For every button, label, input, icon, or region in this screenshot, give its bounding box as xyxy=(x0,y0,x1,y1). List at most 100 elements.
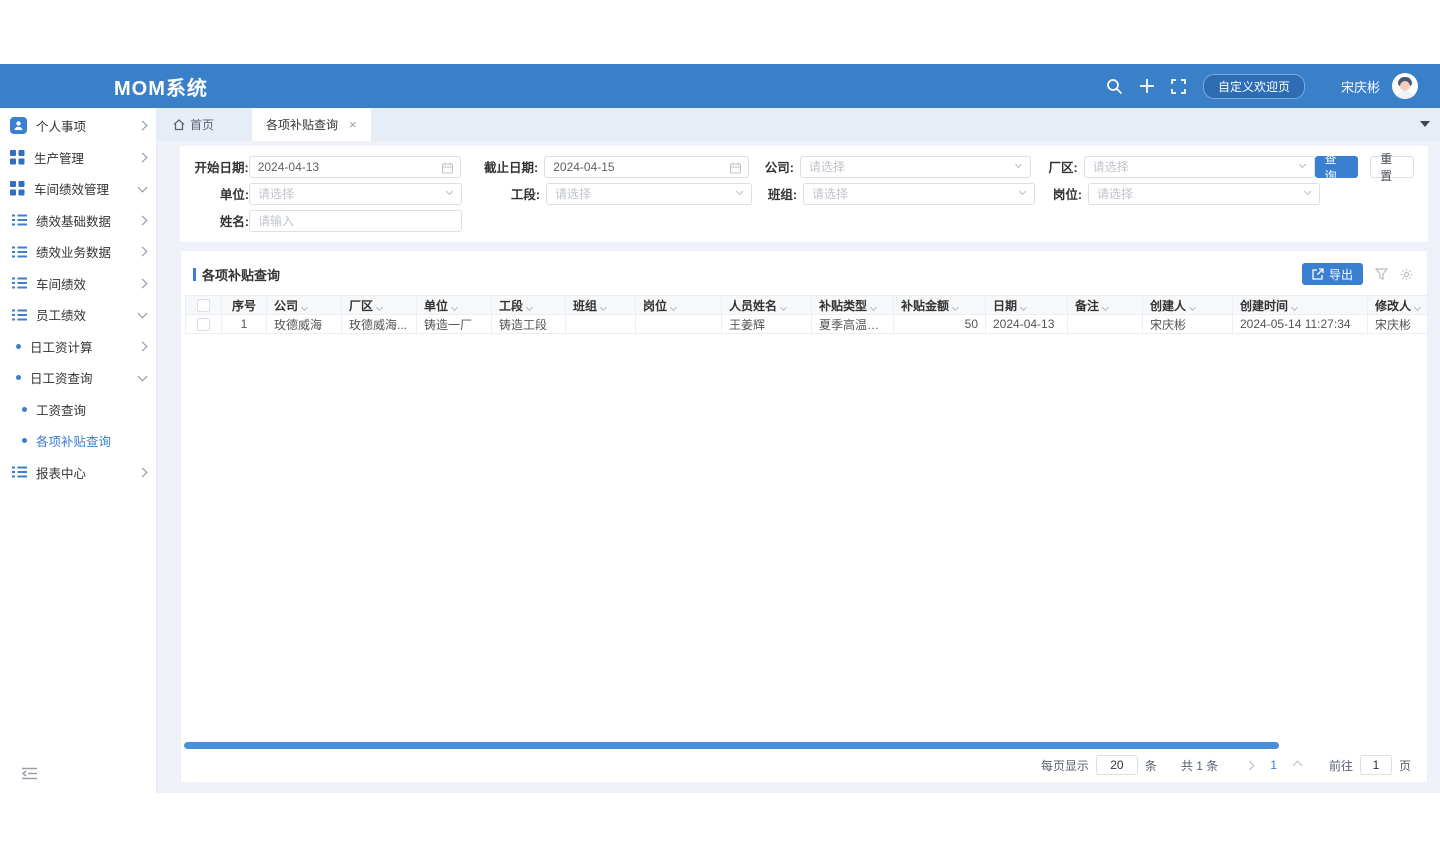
sidebar: 个人事项 生产管理 车间绩效管理 绩效基础数据 绩效业务数据 xyxy=(0,108,157,793)
data-table-wrap: 序号 公司 厂区 单位 工段 班组 岗位 人员姓名 补贴类型 补贴金额 日期 xyxy=(185,295,1428,334)
search-icon[interactable] xyxy=(1105,76,1125,96)
end-date-label: 截止日期: xyxy=(479,157,539,176)
select-all-checkbox[interactable] xyxy=(197,299,210,312)
custom-welcome-button[interactable]: 自定义欢迎页 xyxy=(1203,74,1305,99)
tab-home[interactable]: 首页 xyxy=(157,108,230,141)
col-factory[interactable]: 厂区 xyxy=(342,296,417,315)
list-icon xyxy=(12,214,27,226)
col-post[interactable]: 岗位 xyxy=(636,296,722,315)
unit-select[interactable]: 请选择 xyxy=(249,183,462,205)
col-unit[interactable]: 单位 xyxy=(417,296,492,315)
cell-person-name: 王姜辉 xyxy=(722,315,812,334)
bullet-icon xyxy=(16,375,21,380)
cell-company: 玫德威海 xyxy=(267,315,342,334)
calendar-icon xyxy=(442,162,453,174)
goto-page-input[interactable] xyxy=(1360,755,1392,775)
sidebar-item-performance-business-data[interactable]: 绩效业务数据 xyxy=(0,236,156,268)
end-date-input[interactable] xyxy=(545,157,748,177)
cell-factory: 玫德威海... xyxy=(342,315,417,334)
sidebar-item-label: 员工绩效 xyxy=(36,305,139,324)
grid-icon xyxy=(10,150,25,165)
sort-chevron-icon xyxy=(870,303,877,310)
filter-funnel-icon[interactable] xyxy=(1375,268,1388,280)
company-select[interactable]: 请选择 xyxy=(800,156,1031,178)
cell-modifier: 宋庆彬 xyxy=(1368,315,1429,334)
sidebar-item-workshop-performance-mgmt[interactable]: 车间绩效管理 xyxy=(0,173,156,205)
app-header: MOM系统 自定义欢迎页 宋庆彬 xyxy=(0,64,1440,108)
tab-dropdown-icon[interactable] xyxy=(1420,121,1430,127)
sidebar-item-employee-performance[interactable]: 员工绩效 xyxy=(0,299,156,331)
fullscreen-icon[interactable] xyxy=(1169,76,1189,96)
per-page-input[interactable] xyxy=(1096,755,1138,775)
close-icon[interactable]: × xyxy=(349,117,357,132)
filter-row-3: 姓名: xyxy=(194,207,1414,234)
col-remark[interactable]: 备注 xyxy=(1068,296,1143,315)
sidebar-collapse-icon[interactable] xyxy=(22,767,37,785)
avatar-body xyxy=(1396,91,1414,99)
current-page[interactable]: 1 xyxy=(1264,758,1283,772)
search-button[interactable]: 查询 xyxy=(1315,156,1359,178)
sidebar-item-label: 各项补贴查询 xyxy=(36,431,146,450)
sidebar-item-subsidy-query[interactable]: 各项补贴查询 xyxy=(0,425,156,457)
team-select[interactable]: 请选择 xyxy=(803,183,1035,205)
sidebar-item-personal-affairs[interactable]: 个人事项 xyxy=(0,110,156,142)
sidebar-item-workshop-performance[interactable]: 车间绩效 xyxy=(0,268,156,300)
col-subsidy-type[interactable]: 补贴类型 xyxy=(812,296,894,315)
per-page-label: 每页显示 xyxy=(1041,757,1089,774)
chevron-right-icon xyxy=(138,341,148,351)
col-creator[interactable]: 创建人 xyxy=(1143,296,1233,315)
pagination: 每页显示 条 共 1 条 1 前往 页 xyxy=(1041,755,1411,775)
next-page-icon[interactable] xyxy=(1290,762,1305,769)
sidebar-item-label: 绩效基础数据 xyxy=(36,211,139,230)
chevron-right-icon xyxy=(138,215,148,225)
factory-select[interactable]: 请选择 xyxy=(1084,156,1315,178)
username[interactable]: 宋庆彬 xyxy=(1341,77,1380,96)
section-select[interactable]: 请选择 xyxy=(546,183,752,205)
tab-label: 首页 xyxy=(190,116,214,133)
settings-gear-icon[interactable] xyxy=(1400,268,1413,281)
col-team[interactable]: 班组 xyxy=(566,296,636,315)
chevron-right-icon xyxy=(138,278,148,288)
start-date-field[interactable] xyxy=(249,156,461,178)
sort-chevron-icon xyxy=(1189,303,1196,310)
sidebar-item-daily-wage-calc[interactable]: 日工资计算 xyxy=(0,331,156,363)
end-date-field[interactable] xyxy=(544,156,749,178)
avatar[interactable] xyxy=(1392,73,1418,99)
col-modifier[interactable]: 修改人 xyxy=(1368,296,1429,315)
sort-chevron-icon xyxy=(1414,303,1421,310)
col-company[interactable]: 公司 xyxy=(267,296,342,315)
list-icon xyxy=(12,466,27,478)
table-row[interactable]: 1 玫德威海 玫德威海... 铸造一厂 铸造工段 王姜辉 夏季高温补贴 50 xyxy=(186,315,1429,334)
chevron-down-icon xyxy=(736,187,743,194)
sidebar-item-performance-base-data[interactable]: 绩效基础数据 xyxy=(0,205,156,237)
grid-icon xyxy=(10,181,25,196)
tab-subsidy-query[interactable]: 各项补贴查询 × xyxy=(252,108,371,141)
prev-page-icon[interactable] xyxy=(1242,762,1257,769)
sidebar-item-daily-wage-query[interactable]: 日工资查询 xyxy=(0,362,156,394)
table-header-row: 序号 公司 厂区 单位 工段 班组 岗位 人员姓名 补贴类型 补贴金额 日期 xyxy=(186,296,1429,315)
post-select[interactable]: 请选择 xyxy=(1088,183,1320,205)
sidebar-item-wage-query[interactable]: 工资查询 xyxy=(0,394,156,426)
content-area: 首页 各项补贴查询 × 开始日期: 截止日期: xyxy=(157,108,1440,793)
col-person-name[interactable]: 人员姓名 xyxy=(722,296,812,315)
name-field[interactable] xyxy=(249,210,462,232)
horizontal-scrollbar-thumb[interactable] xyxy=(184,742,1279,749)
export-button[interactable]: 导出 xyxy=(1302,263,1363,285)
col-date[interactable]: 日期 xyxy=(986,296,1068,315)
sidebar-item-production-mgmt[interactable]: 生产管理 xyxy=(0,142,156,174)
name-input[interactable] xyxy=(250,211,461,231)
reset-button[interactable]: 重置 xyxy=(1370,156,1414,178)
chevron-down-icon xyxy=(1019,187,1026,194)
start-date-input[interactable] xyxy=(250,157,460,177)
person-badge-icon xyxy=(10,117,27,134)
sidebar-item-report-center[interactable]: 报表中心 xyxy=(0,457,156,489)
unit-label: 单位: xyxy=(194,184,249,203)
row-checkbox[interactable] xyxy=(197,318,210,331)
col-create-time[interactable]: 创建时间 xyxy=(1233,296,1368,315)
col-section[interactable]: 工段 xyxy=(492,296,566,315)
cell-team xyxy=(566,315,636,334)
sort-chevron-icon xyxy=(376,303,383,310)
col-subsidy-amount[interactable]: 补贴金额 xyxy=(894,296,986,315)
add-icon[interactable] xyxy=(1137,76,1157,96)
filter-panel: 开始日期: 截止日期: 公司: 请选择 厂区: xyxy=(180,146,1428,242)
